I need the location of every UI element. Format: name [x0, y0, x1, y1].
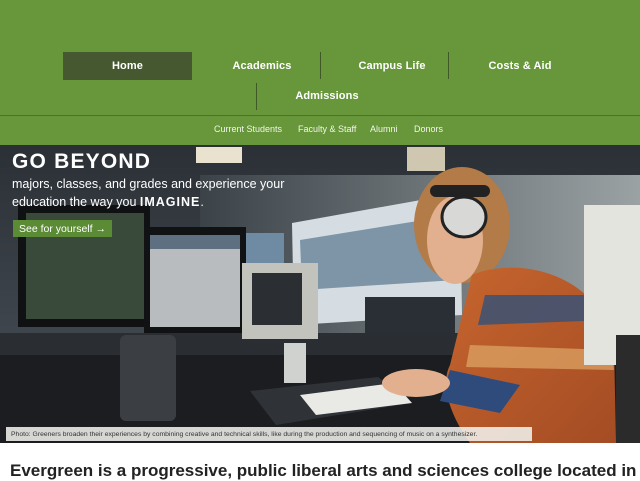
- subnav-faculty-staff[interactable]: Faculty & Staff: [298, 122, 356, 136]
- hero-emphasis: IMAGINE: [139, 195, 201, 209]
- nav-academics[interactable]: Academics: [196, 52, 328, 80]
- hero-subline-2: education the way you IMAGINE.: [12, 194, 352, 210]
- nav-costs-aid[interactable]: Costs & Aid: [452, 52, 588, 80]
- hero-subline-1: majors, classes, and grades and experien…: [12, 177, 285, 191]
- nav-admissions[interactable]: Admissions: [262, 82, 392, 110]
- hero-subline-2-suffix: .: [200, 195, 204, 209]
- subnav-alumni[interactable]: Alumni: [370, 122, 398, 136]
- subnav-donors[interactable]: Donors: [414, 122, 443, 136]
- nav-divider: [320, 52, 321, 79]
- nav-divider: [256, 83, 257, 110]
- see-for-yourself-button[interactable]: See for yourself →: [13, 220, 112, 237]
- intro-heading: Evergreen is a progressive, public liber…: [10, 461, 637, 480]
- hero-subline-2-prefix: education the way you: [12, 195, 140, 209]
- subnav-current-students[interactable]: Current Students: [214, 122, 282, 136]
- nav-campus-life[interactable]: Campus Life: [322, 52, 462, 80]
- photo-caption: Photo: Greeners broaden their experience…: [6, 427, 532, 441]
- nav-divider: [448, 52, 449, 79]
- nav-home[interactable]: Home: [63, 52, 192, 80]
- header-divider: [0, 115, 640, 116]
- hero-headline: GO BEYOND: [12, 150, 152, 173]
